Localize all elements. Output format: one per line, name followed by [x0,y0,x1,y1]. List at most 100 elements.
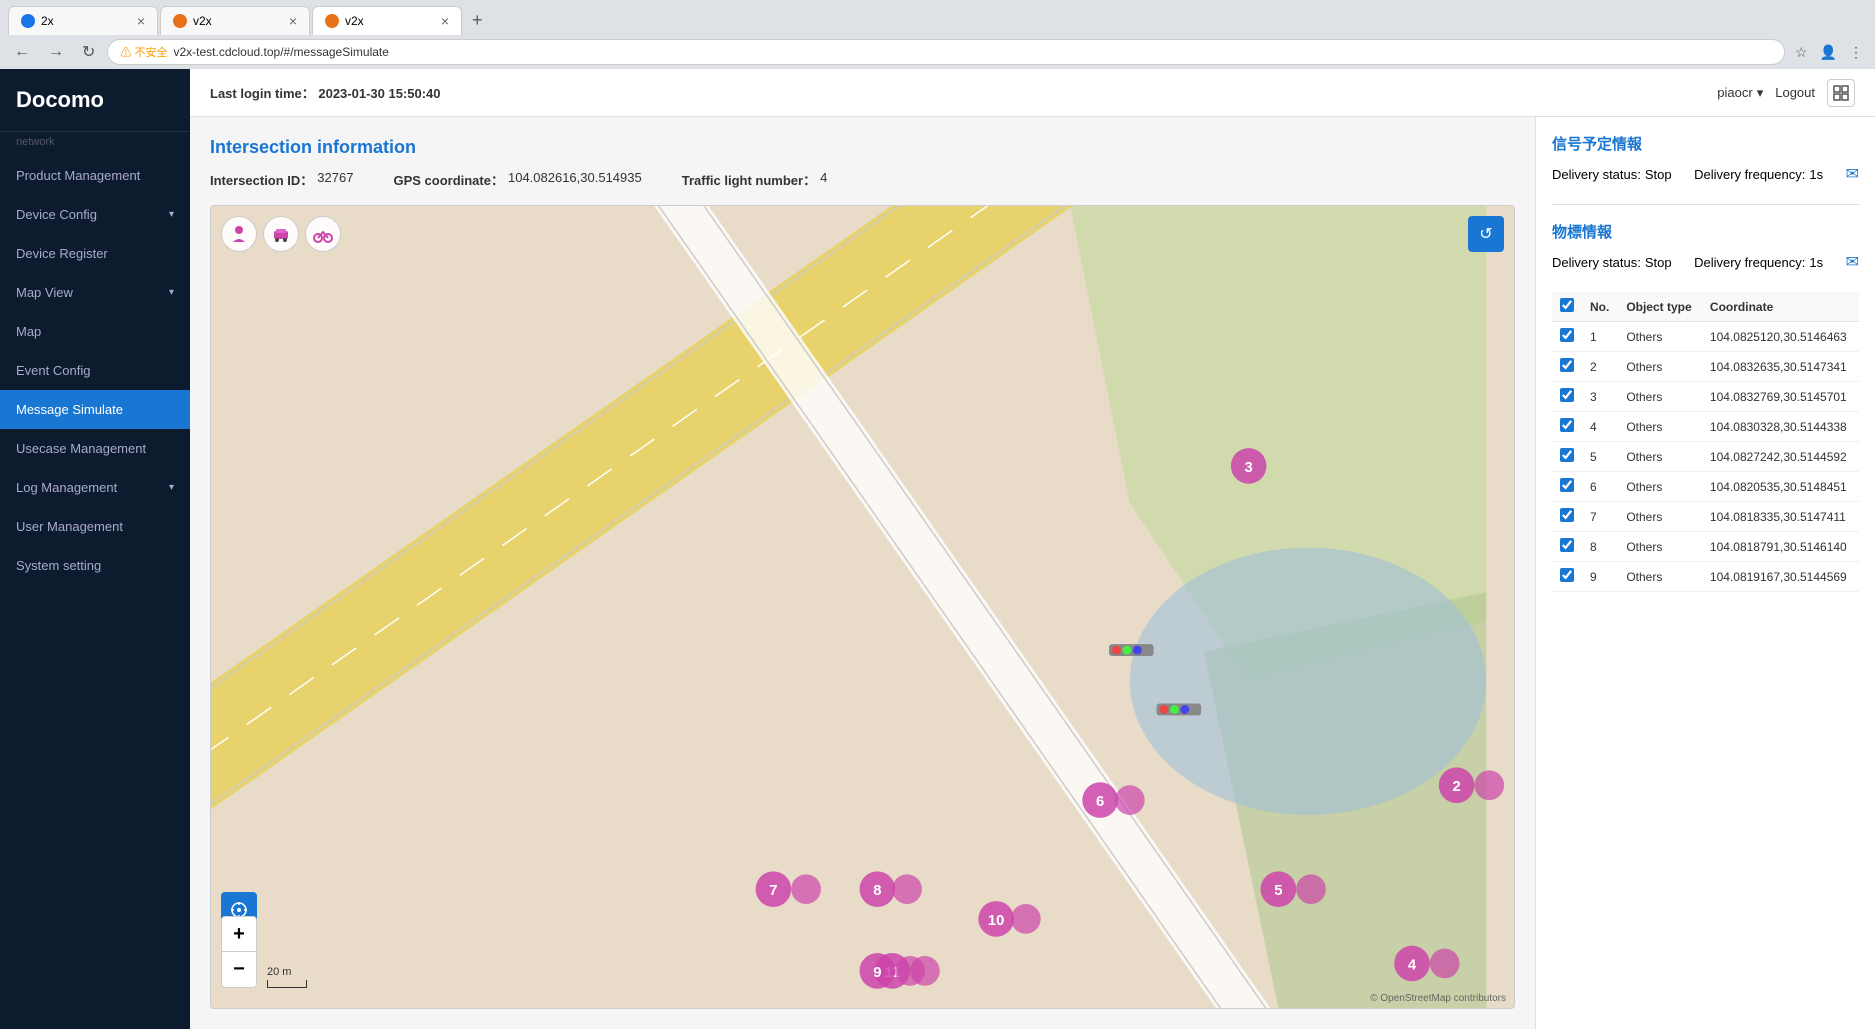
row-no: 8 [1582,532,1618,562]
gps-field: GPS coordinate： 104.082616,30.514935 [393,170,641,189]
user-dropdown[interactable]: piaocr ▾ [1717,85,1763,101]
sidebar-item-product-management[interactable]: Product Management [0,156,190,195]
table-header-type: Object type [1618,292,1702,322]
tab-2[interactable]: v2x × [160,6,310,35]
map-scale-label: 20 m [267,966,291,978]
tab-1[interactable]: 2x × [8,6,158,35]
row-checkbox-7[interactable] [1560,508,1574,522]
map-container[interactable]: 6 10 11 8 9 [210,205,1515,1009]
sidebar-item-event-config[interactable]: Event Config [0,351,190,390]
tab-bar: 2x × v2x × v2x × + [8,6,1867,35]
bookmark-button[interactable]: ☆ [1791,42,1812,63]
row-checkbox-cell[interactable] [1552,412,1582,442]
sidebar-item-system-setting[interactable]: System setting [0,546,190,585]
row-checkbox-cell[interactable] [1552,472,1582,502]
grid-icon[interactable] [1827,79,1855,107]
object-email-icon[interactable]: ✉ [1846,252,1859,272]
section-title: Intersection information [210,137,1515,158]
table-row: 1 Others 104.0825120,30.5146463 [1552,322,1859,352]
signal-email-icon[interactable]: ✉ [1846,164,1859,184]
menu-button[interactable]: ⋮ [1845,42,1867,63]
logout-button[interactable]: Logout [1775,85,1815,100]
grid-svg-icon [1833,85,1849,101]
row-coord: 104.0818335,30.5147411 [1702,502,1859,532]
profile-button[interactable]: 👤 [1816,42,1841,63]
sidebar-item-map[interactable]: Map [0,312,190,351]
motorcycle-icon-button[interactable] [305,216,341,252]
map-panel: Intersection information Intersection ID… [190,117,1535,1029]
svg-text:8: 8 [873,883,881,899]
row-type: Others [1618,382,1702,412]
tab-1-close[interactable]: × [137,13,145,29]
sidebar-item-map-view[interactable]: Map View ▾ [0,273,190,312]
table-container: No. Object type Coordinate 1 Others 104.… [1552,292,1859,592]
reload-button[interactable]: ↻ [76,40,101,64]
username: piaocr [1717,85,1752,100]
tab-2-close[interactable]: × [289,13,297,29]
tab-3[interactable]: v2x × [312,6,462,35]
row-no: 7 [1582,502,1618,532]
map-refresh-button[interactable]: ↺ [1468,216,1504,252]
map-zoom-out-button[interactable]: − [221,952,257,988]
row-checkbox-cell[interactable] [1552,562,1582,592]
row-checkbox-cell[interactable] [1552,322,1582,352]
sidebar-item-message-simulate[interactable]: Message Simulate [0,390,190,429]
object-delivery-status-label: Delivery status: [1552,255,1641,270]
row-checkbox-2[interactable] [1560,358,1574,372]
row-checkbox-cell[interactable] [1552,352,1582,382]
row-checkbox-cell[interactable] [1552,382,1582,412]
tab-3-favicon [325,14,339,28]
object-delivery-row: Delivery status: Stop Delivery frequency… [1552,252,1859,272]
row-checkbox-cell[interactable] [1552,532,1582,562]
table-row: 2 Others 104.0832635,30.5147341 [1552,352,1859,382]
row-checkbox-cell[interactable] [1552,502,1582,532]
table-row: 9 Others 104.0819167,30.5144569 [1552,562,1859,592]
row-checkbox-5[interactable] [1560,448,1574,462]
forward-button[interactable]: → [42,41,70,63]
tab-2-favicon [173,14,187,28]
sidebar-item-user-management[interactable]: User Management [0,507,190,546]
row-checkbox-cell[interactable] [1552,442,1582,472]
car-icon-button[interactable] [263,216,299,252]
map-scale-bar [267,980,307,988]
table-row: 6 Others 104.0820535,30.5148451 [1552,472,1859,502]
new-tab-button[interactable]: + [464,6,491,35]
select-all-checkbox[interactable] [1560,298,1574,312]
tab-2-label: v2x [193,14,212,28]
sidebar-item-map-label: Map [16,324,174,339]
signal-delivery-freq-value: 1s [1809,167,1823,182]
sidebar-item-event-config-label: Event Config [16,363,174,378]
object-delivery-status-value: Stop [1645,255,1672,270]
sidebar-item-device-config[interactable]: Device Config ▾ [0,195,190,234]
map-attribution: © OpenStreetMap contributors [1370,993,1506,1004]
sidebar-item-usecase-management[interactable]: Usecase Management [0,429,190,468]
table-header-checkbox[interactable] [1552,292,1582,322]
person-icon-button[interactable] [221,216,257,252]
row-coord: 104.0818791,30.5146140 [1702,532,1859,562]
object-delivery-freq: Delivery frequency: 1s [1694,255,1823,270]
map-zoom-in-button[interactable]: + [221,916,257,952]
sidebar-item-log-management[interactable]: Log Management ▾ [0,468,190,507]
row-checkbox-8[interactable] [1560,538,1574,552]
row-checkbox-3[interactable] [1560,388,1574,402]
tab-3-close[interactable]: × [441,13,449,29]
back-button[interactable]: ← [8,41,36,63]
row-coord: 104.0819167,30.5144569 [1702,562,1859,592]
object-delivery-freq-label: Delivery frequency: [1694,255,1805,270]
address-bar[interactable]: ⚠ 不安全 v2x-test.cdcloud.top/#/messageSimu… [107,39,1785,65]
row-checkbox-9[interactable] [1560,568,1574,582]
tab-1-favicon [21,14,35,28]
section-divider [1552,204,1859,205]
svg-text:7: 7 [769,883,777,899]
signal-section: 信号予定情報 Delivery status: Stop Delivery fr… [1552,133,1859,184]
row-type: Others [1618,532,1702,562]
sidebar-item-device-register[interactable]: Device Register [0,234,190,273]
row-type: Others [1618,472,1702,502]
sidebar-item-system-setting-label: System setting [16,558,174,573]
gps-label: GPS coordinate： [393,170,504,189]
row-checkbox-1[interactable] [1560,328,1574,342]
row-checkbox-6[interactable] [1560,478,1574,492]
row-type: Others [1618,442,1702,472]
map-svg: 6 10 11 8 9 [211,206,1514,1008]
row-checkbox-4[interactable] [1560,418,1574,432]
